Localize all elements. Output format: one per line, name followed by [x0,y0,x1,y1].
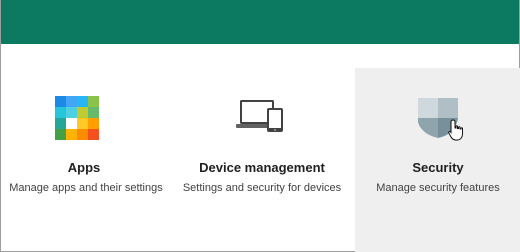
tile-security-title: Security [412,160,464,175]
top-header-bar [1,0,519,44]
tile-device-management[interactable]: Device management Settings and security … [171,68,353,252]
tile-device-management-description: Settings and security for devices [182,182,342,194]
tile-device-management-title: Device management [199,160,325,175]
tile-security[interactable]: Security Manage security features [355,68,520,252]
tile-apps-description: Manage apps and their settings [9,182,163,194]
tile-apps[interactable]: Apps Manage apps and their settings [1,68,181,252]
tile-apps-title: Apps [67,160,101,175]
apps-grid-icon [53,94,101,142]
tile-security-description: Manage security features [376,182,500,194]
laptop-phone-icon [234,94,290,142]
hand-pointer-icon [447,118,467,142]
admin-console-panel: Apps Manage apps and their settings Devi… [0,0,520,252]
